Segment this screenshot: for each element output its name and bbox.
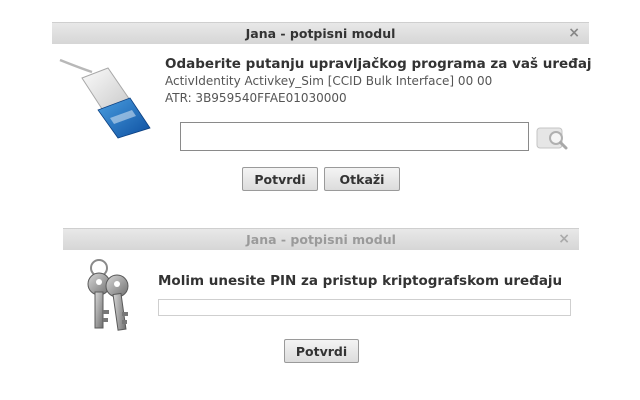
pin-input[interactable]: [158, 299, 571, 316]
driver-path-input[interactable]: [180, 122, 529, 151]
pin-prompt: Molim unesite PIN za pristup kriptografs…: [158, 273, 563, 289]
dialog-title: Jana - potpisni modul: [245, 26, 396, 41]
dialog-heading: Odaberite putanju upravljačkog programa …: [165, 56, 592, 72]
pin-entry-dialog: Jana - potpisni modul × Molim unesite PI…: [63, 228, 579, 368]
smartcard-reader-icon: [59, 58, 151, 139]
keys-icon: [87, 259, 129, 331]
dialog-titlebar: Jana - potpisni modul ×: [63, 228, 579, 250]
device-atr: ATR: 3B959540FFAE01030000: [165, 91, 347, 105]
cancel-button[interactable]: Otkaži: [324, 167, 400, 191]
dialog-title: Jana - potpisni modul: [246, 232, 396, 247]
confirm-button[interactable]: Potvrdi: [284, 339, 359, 363]
device-name: ActivIdentity Activkey_Sim [CCID Bulk In…: [165, 74, 493, 88]
driver-path-dialog: Jana - potpisni modul × Odaberite putanj…: [52, 22, 592, 197]
dialog-titlebar: Jana - potpisni modul ×: [52, 22, 589, 44]
search-magnifier-icon[interactable]: [536, 126, 568, 150]
close-icon[interactable]: ×: [558, 229, 570, 249]
confirm-button[interactable]: Potvrdi: [242, 167, 318, 191]
close-icon[interactable]: ×: [568, 23, 580, 43]
